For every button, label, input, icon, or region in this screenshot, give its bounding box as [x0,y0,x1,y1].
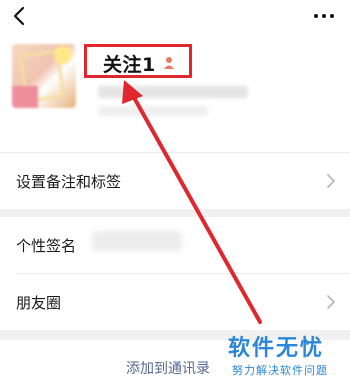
blurred-signature [92,231,182,251]
row-remark-tags[interactable]: 设置备注和标签 [0,153,350,209]
row-label: 个性签名 [16,237,77,255]
ellipsis-icon[interactable] [312,10,336,22]
profile-screen: 关注1 设置备注和标签 个性签名 朋友圈 添加到通讯录 软件无忧 努力解决软件问… [0,0,350,388]
blurred-info [98,106,208,116]
watermark-subtitle: 努力解决软件问题 [232,364,328,377]
add-to-contacts-button[interactable]: 添加到通讯录 [126,358,210,378]
watermark: 软件无忧 努力解决软件问题 [222,326,348,386]
chevron-right-icon [327,174,336,188]
row-signature[interactable]: 个性签名 [0,217,350,273]
contact-name: 关注1 [103,54,156,76]
name-highlight-box: 关注1 [84,44,192,78]
person-icon [164,57,174,69]
watermark-title: 软件无忧 [228,336,325,361]
blurred-info [98,86,248,98]
chevron-left-icon[interactable] [8,4,32,28]
section-gap [0,209,350,217]
avatar[interactable] [12,44,76,108]
row-label: 设置备注和标签 [16,173,122,191]
row-moments[interactable]: 朋友圈 [0,274,350,330]
row-label: 朋友圈 [16,294,62,312]
chevron-right-icon [327,295,336,309]
